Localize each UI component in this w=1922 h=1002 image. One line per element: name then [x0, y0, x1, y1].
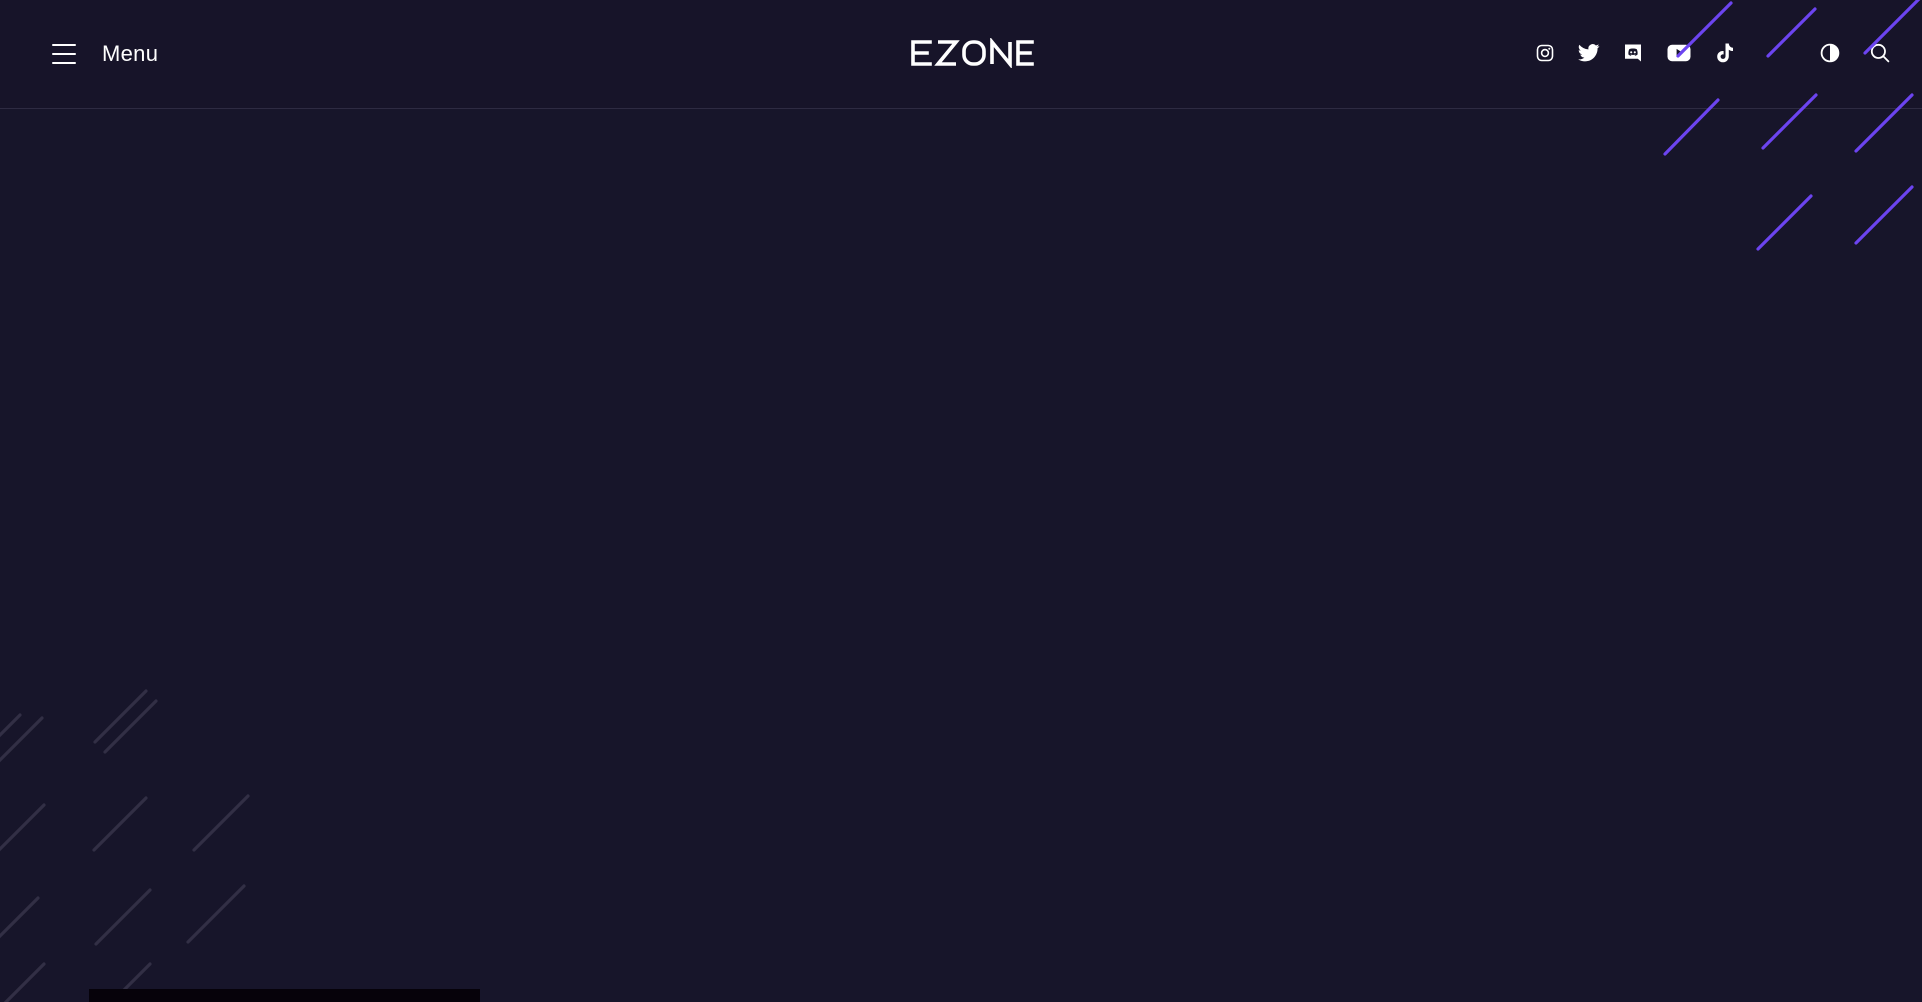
decorative-pattern-bottom-left	[0, 689, 250, 1002]
discord-icon[interactable]	[1620, 40, 1646, 66]
search-icon[interactable]	[1867, 40, 1893, 66]
youtube-icon[interactable]	[1666, 40, 1692, 66]
instagram-icon[interactable]	[1532, 40, 1558, 66]
tiktok-icon[interactable]	[1712, 40, 1738, 66]
theme-toggle-icon[interactable]	[1817, 40, 1843, 66]
menu-label: Menu	[102, 41, 159, 66]
menu-button[interactable]: Menu	[52, 38, 158, 70]
logo-wordmark	[911, 38, 1034, 68]
hamburger-icon	[52, 44, 76, 64]
site-header: Menu	[0, 0, 1922, 109]
page: Menu	[0, 0, 1922, 1002]
bottom-panel-edge	[89, 989, 480, 1002]
site-logo[interactable]	[910, 38, 1034, 68]
twitter-icon[interactable]	[1576, 40, 1602, 66]
